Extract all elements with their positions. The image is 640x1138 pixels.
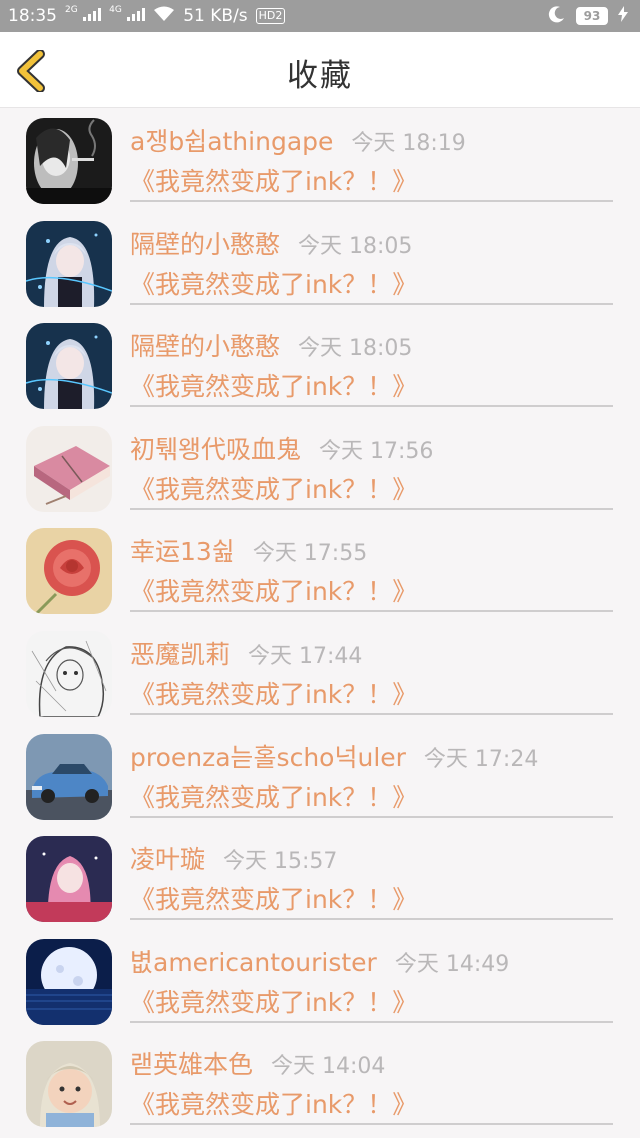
timestamp: 今天 15:57 [223, 849, 338, 875]
avatar-image [26, 733, 112, 820]
item-text: 幸运13쉺 今天 17:55 《我竟然变成了ink？！》 [130, 532, 613, 613]
item-text: 初퉦왱代吸血鬼 今天 17:56 《我竟然变成了ink？！》 [130, 430, 613, 510]
clock: 18:35 [8, 6, 57, 26]
timestamp: 今天 14:04 [271, 1054, 386, 1080]
status-left: 18:35 2G 4G 51 KB/s HD2 [8, 5, 286, 27]
header: 收藏 [0, 32, 640, 108]
timestamp: 今天 17:56 [319, 438, 434, 464]
username[interactable]: proenza늗홀scho넉uler [130, 738, 406, 774]
status-bar: 18:35 2G 4G 51 KB/s HD2 93 [0, 0, 640, 32]
username[interactable]: 幸运13쉺 [130, 532, 235, 568]
item-header: 幸运13쉺 今天 17:55 [130, 532, 613, 568]
item-text: 隔壁的小憨憨 今天 18:05 《我竟然变成了ink？！》 [130, 225, 613, 305]
username[interactable]: 볎americantourister [130, 943, 377, 979]
battery-icon: 93 [576, 7, 608, 25]
novel-title[interactable]: 《我竟然变成了ink？！》 [130, 778, 613, 814]
hd-icon: HD2 [255, 8, 286, 24]
timestamp: 今天 18:05 [298, 336, 413, 362]
avatar-image [26, 1041, 112, 1128]
avatar-image [26, 938, 112, 1025]
avatar[interactable] [26, 938, 112, 1025]
item-text: 랟英雄本色 今天 14:04 《我竟然变成了ink？！》 [130, 1045, 613, 1126]
item-header: 凌叶璇 今天 15:57 [130, 840, 613, 876]
novel-title[interactable]: 《我竟然变成了ink？！》 [130, 1085, 613, 1121]
list-item[interactable]: 랟英雄本色 今天 14:04 《我竟然变成了ink？！》 [0, 1031, 640, 1134]
avatar-image [26, 118, 112, 204]
avatar[interactable] [26, 220, 112, 307]
avatar[interactable] [26, 836, 112, 923]
wifi-icon [153, 6, 175, 27]
item-header: a쟁b쉽athingape 今天 18:19 [130, 122, 613, 158]
list-item[interactable]: 凌叶璇 今天 15:57 《我竟然变成了ink？！》 [0, 826, 640, 929]
avatar-image [26, 323, 112, 410]
network-speed: 51 KB/s [183, 6, 248, 26]
username[interactable]: 랟英雄本色 [130, 1045, 253, 1081]
item-header: 恶魔凯莉 今天 17:44 [130, 635, 613, 671]
list-item[interactable]: a쟁b쉽athingape 今天 18:19 《我竟然变成了ink？！》 [0, 108, 640, 211]
novel-title[interactable]: 《我竟然变成了ink？！》 [130, 572, 613, 608]
avatar-image [26, 630, 112, 717]
avatar-image [26, 528, 112, 615]
item-header: 隔壁的小憨憨 今天 18:05 [130, 225, 613, 261]
list-item[interactable]: proenza늗홀scho넉uler 今天 17:24 《我竟然变成了ink？！… [0, 724, 640, 827]
novel-title[interactable]: 《我竟然变成了ink？！》 [130, 265, 613, 301]
list-item[interactable]: 볎americantourister 今天 14:49 《我竟然变成了ink？！… [0, 929, 640, 1032]
timestamp: 今天 17:44 [248, 643, 363, 669]
list-item[interactable]: 初퉦왱代吸血鬼 今天 17:56 《我竟然变成了ink？！》 [0, 416, 640, 519]
page-title: 收藏 [287, 58, 353, 94]
timestamp: 今天 14:49 [394, 951, 510, 977]
timestamp: 今天 18:19 [351, 131, 466, 156]
timestamp: 今天 17:24 [423, 746, 539, 772]
item-header: 隔壁的小憨憨 今天 18:05 [130, 327, 613, 363]
item-text: a쟁b쉽athingape 今天 18:19 《我竟然变成了ink？！》 [130, 122, 613, 202]
avatar-image [26, 836, 112, 923]
username[interactable]: 隔壁的小憨憨 [130, 225, 280, 261]
timestamp: 今天 18:05 [298, 233, 413, 259]
username[interactable]: 凌叶璇 [130, 840, 205, 876]
list-item[interactable]: 幸运13쉺 今天 17:55 《我竟然变成了ink？！》 [0, 518, 640, 621]
username[interactable]: 初퉦왱代吸血鬼 [130, 430, 301, 466]
avatar[interactable] [26, 425, 112, 512]
list-item[interactable]: 隔壁的小憨憨 今天 18:05 《我竟然变成了ink？！》 [0, 313, 640, 416]
avatar-image [26, 425, 112, 512]
item-text: 恶魔凯莉 今天 17:44 《我竟然变成了ink？！》 [130, 635, 613, 715]
status-right: 93 [548, 5, 628, 28]
novel-title[interactable]: 《我竟然变成了ink？！》 [130, 880, 613, 916]
username[interactable]: 隔壁的小憨憨 [130, 327, 280, 363]
novel-title[interactable]: 《我竟然变成了ink？！》 [130, 983, 613, 1019]
avatar-image [26, 220, 112, 307]
item-header: proenza늗홀scho넉uler 今天 17:24 [130, 738, 613, 774]
avatar[interactable] [26, 528, 112, 615]
signal-2g-icon: 2G [65, 5, 102, 26]
charging-icon [618, 5, 628, 27]
novel-title[interactable]: 《我竟然变成了ink？！》 [130, 675, 613, 711]
username[interactable]: 恶魔凯莉 [130, 635, 230, 671]
favorites-list: a쟁b쉽athingape 今天 18:19 《我竟然变成了ink？！》 隔壁的… [0, 108, 640, 1134]
list-item[interactable]: 隔壁的小憨憨 今天 18:05 《我竟然变成了ink？！》 [0, 211, 640, 314]
signal-4g-icon: 4G [109, 5, 146, 26]
avatar[interactable] [26, 323, 112, 410]
avatar[interactable] [26, 1041, 112, 1128]
item-header: 初퉦왱代吸血鬼 今天 17:56 [130, 430, 613, 466]
avatar[interactable] [26, 118, 112, 204]
item-text: 隔壁的小憨憨 今天 18:05 《我竟然变成了ink？！》 [130, 327, 613, 408]
item-text: proenza늗홀scho넉uler 今天 17:24 《我竟然变成了ink？！… [130, 738, 613, 818]
avatar[interactable] [26, 630, 112, 717]
novel-title[interactable]: 《我竟然变成了ink？！》 [130, 470, 613, 506]
moon-icon [548, 5, 566, 28]
username[interactable]: a쟁b쉽athingape [130, 122, 333, 158]
net-4g-label: 4G [109, 5, 122, 15]
avatar[interactable] [26, 733, 112, 820]
novel-title[interactable]: 《我竟然变成了ink？！》 [130, 367, 613, 403]
novel-title[interactable]: 《我竟然变成了ink？！》 [130, 162, 613, 198]
item-text: 凌叶璇 今天 15:57 《我竟然变成了ink？！》 [130, 840, 613, 921]
net-2g-label: 2G [65, 5, 78, 15]
item-text: 볎americantourister 今天 14:49 《我竟然变成了ink？！… [130, 943, 613, 1023]
list-item[interactable]: 恶魔凯莉 今天 17:44 《我竟然变成了ink？！》 [0, 621, 640, 724]
item-header: 볎americantourister 今天 14:49 [130, 943, 613, 979]
timestamp: 今天 17:55 [252, 541, 368, 567]
item-header: 랟英雄本色 今天 14:04 [130, 1045, 613, 1081]
